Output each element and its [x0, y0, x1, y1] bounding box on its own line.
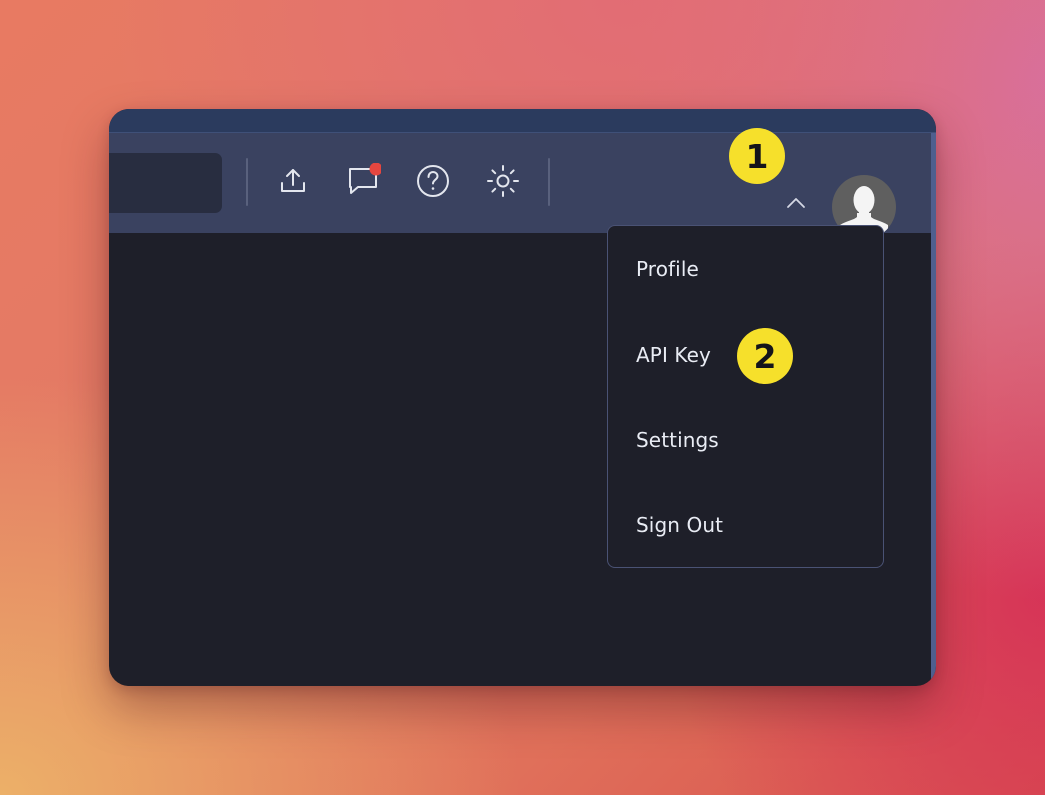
menu-item-label: Settings: [636, 428, 719, 452]
theme-sun-icon: [487, 165, 519, 197]
search-input[interactable]: [109, 153, 222, 213]
toolbar-divider: [246, 158, 248, 206]
menu-item-profile[interactable]: Profile: [608, 239, 883, 299]
menu-item-label: Sign Out: [636, 513, 724, 537]
menu-item-settings[interactable]: Settings: [608, 410, 883, 470]
chat-notification-icon: [349, 163, 381, 194]
messages-button[interactable]: [341, 159, 385, 203]
step-badge-1: 1: [729, 128, 785, 184]
help-icon: [417, 165, 449, 197]
top-toolbar: [109, 133, 936, 239]
upload-button[interactable]: [271, 159, 315, 203]
menu-item-sign-out[interactable]: Sign Out: [608, 495, 883, 555]
theme-toggle-button[interactable]: [481, 159, 525, 203]
window-top-strip: [109, 109, 936, 133]
menu-item-label: Profile: [636, 257, 699, 281]
step-badge-2: 2: [737, 328, 793, 384]
help-button[interactable]: [411, 159, 455, 203]
user-menu-toggle[interactable]: [783, 193, 809, 213]
chevron-up-icon: [787, 198, 805, 208]
upload-icon: [281, 169, 305, 192]
user-dropdown-menu: Profile API Key Settings Sign Out: [607, 225, 884, 568]
window-right-edge: [931, 133, 936, 686]
toolbar-divider: [548, 158, 550, 206]
menu-item-label: API Key: [636, 343, 711, 367]
